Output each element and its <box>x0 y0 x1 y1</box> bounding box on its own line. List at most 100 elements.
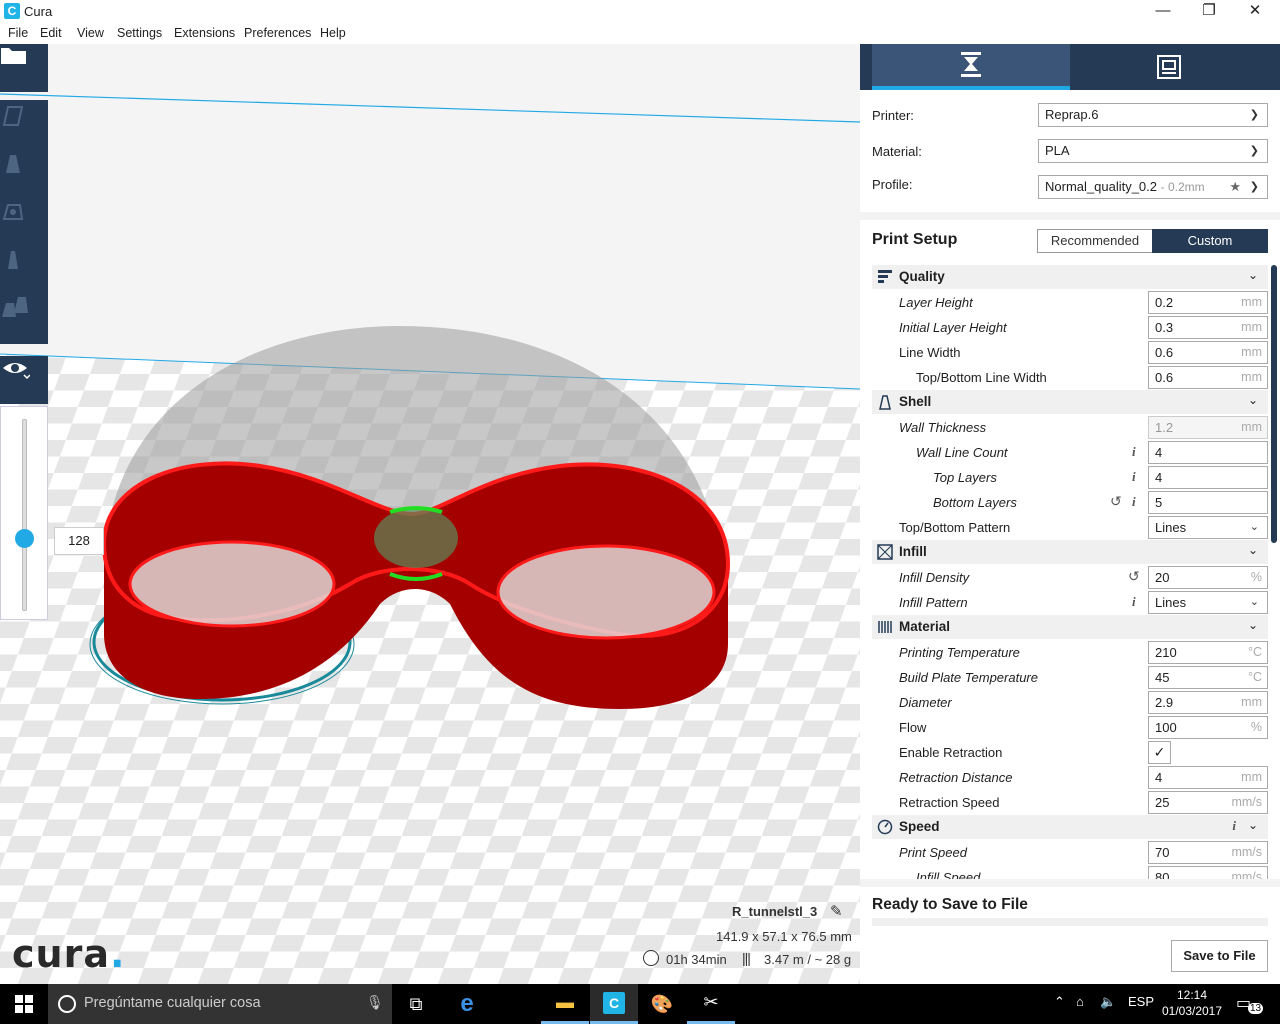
custom-mode-button[interactable]: Custom <box>1152 229 1268 253</box>
setting-value: 45 <box>1155 670 1170 685</box>
setting-row: Initial Layer Height 0.3 mm <box>860 315 1280 340</box>
network-icon[interactable]: ⌂ <box>1076 994 1084 1009</box>
info-icon[interactable]: i <box>1132 444 1136 460</box>
retraction-distance-input[interactable]: 4 mm <box>1148 766 1268 789</box>
category-material[interactable]: Material ⌄ <box>872 615 1268 639</box>
chevron-down-icon: ❯ <box>1249 181 1259 193</box>
infill-density-input[interactable]: 20% <box>1148 566 1268 589</box>
profile-select[interactable]: Normal_quality_0.2 - 0.2mm ★ ❯ <box>1038 175 1268 199</box>
start-button[interactable] <box>0 984 48 1024</box>
file-explorer-taskbar-button[interactable]: ▬ <box>541 984 589 1024</box>
tab-prepare[interactable] <box>872 44 1070 90</box>
shell-icon <box>877 394 893 410</box>
infill-pattern-select[interactable]: Lines ⌄ <box>1148 591 1268 614</box>
mirror-tool-button[interactable] <box>0 247 48 295</box>
system-clock[interactable]: 12:14 01/03/2017 <box>1160 987 1224 1019</box>
printing-temperature-input[interactable]: 210 °C <box>1148 641 1268 664</box>
menu-help[interactable]: Help <box>320 26 346 40</box>
open-file-button[interactable] <box>0 44 48 92</box>
save-to-file-button[interactable]: Save to File <box>1171 940 1268 972</box>
info-icon[interactable]: i <box>1132 469 1136 485</box>
flow-input[interactable]: 100% <box>1148 716 1268 739</box>
chevron-down-icon: ⌄ <box>1247 818 1258 832</box>
paint-taskbar-button[interactable]: 🎨 <box>638 984 686 1024</box>
menu-preferences[interactable]: Preferences <box>244 26 311 40</box>
maximize-button[interactable]: ❐ <box>1186 0 1232 24</box>
info-icon[interactable]: i <box>1132 494 1136 510</box>
logo-text: cura <box>12 932 110 976</box>
scale-tool-button[interactable] <box>0 151 48 199</box>
prepare-nozzle-icon <box>961 52 981 77</box>
setting-unit: mm/s <box>1231 870 1262 879</box>
task-view-button[interactable]: ⧉ <box>392 984 440 1024</box>
action-center-button[interactable]: ▭ 13 <box>1236 993 1264 1014</box>
category-quality[interactable]: Quality ⌄ <box>872 265 1268 289</box>
build-plate-temperature-input[interactable]: 45 °C <box>1148 666 1268 689</box>
setting-label: Wall Thickness <box>899 420 987 435</box>
print-speed-input[interactable]: 70 mm/s <box>1148 841 1268 864</box>
printer-select[interactable]: Reprap.6 ❯ <box>1038 103 1268 127</box>
reset-icon[interactable]: ↺ <box>1110 493 1122 510</box>
category-infill[interactable]: Infill ⌄ <box>872 540 1268 564</box>
close-button[interactable]: ✕ <box>1232 0 1278 24</box>
material-select[interactable]: PLA ❯ <box>1038 139 1268 163</box>
setting-unit: °C <box>1247 670 1262 684</box>
cortana-search-box[interactable]: Pregúntame cualquier cosa 🎙 <box>48 984 392 1024</box>
bottom-layers-input[interactable]: 5 <box>1148 491 1268 514</box>
menu-view[interactable]: View <box>77 26 104 40</box>
reset-icon[interactable]: ↺ <box>1128 568 1140 585</box>
snipping-tool-taskbar-button[interactable]: ✂ <box>687 984 735 1024</box>
translate-tool-button[interactable] <box>0 103 48 151</box>
menu-extensions[interactable]: Extensions <box>174 26 235 40</box>
view-mode-button[interactable] <box>0 356 48 404</box>
top-bottom-pattern-select[interactable]: Lines ⌄ <box>1148 516 1268 539</box>
infill-speed-input[interactable]: 80 mm/s <box>1148 866 1268 879</box>
layer-number-input[interactable]: 128 <box>54 527 104 555</box>
setting-row: Wall Line Count i 4 <box>860 440 1280 465</box>
3d-viewport[interactable]: 128 cura. R_tunnelstl_3 ✎ 141.9 x 57.1 x… <box>0 44 860 984</box>
layer-slider-track[interactable] <box>22 419 27 611</box>
per-model-settings-button[interactable] <box>0 295 48 343</box>
layer-slider-handle[interactable] <box>15 529 34 548</box>
rotate-tool-button[interactable] <box>0 199 48 247</box>
info-icon[interactable]: i <box>1232 818 1236 834</box>
menu-edit[interactable]: Edit <box>40 26 62 40</box>
clock-date: 01/03/2017 <box>1161 1004 1223 1018</box>
diameter-input[interactable]: 2.9 mm <box>1148 691 1268 714</box>
cura-taskbar-button[interactable]: C <box>590 984 638 1024</box>
top-bottom-line-width-input[interactable]: 0.6 mm <box>1148 366 1268 389</box>
menu-settings[interactable]: Settings <box>117 26 162 40</box>
star-icon[interactable]: ★ <box>1229 176 1241 198</box>
info-icon[interactable]: i <box>1132 594 1136 610</box>
layer-slider-panel <box>0 406 48 620</box>
line-width-input[interactable]: 0.6 mm <box>1148 341 1268 364</box>
chevron-down-icon: ❯ <box>1249 109 1259 121</box>
cura-icon: C <box>603 991 625 1014</box>
language-indicator[interactable]: ESP <box>1128 994 1154 1009</box>
edit-name-pencil-icon[interactable]: ✎ <box>830 902 843 920</box>
wall-thickness-input[interactable]: 1.2 mm <box>1148 416 1268 439</box>
settings-scrollbar[interactable] <box>1271 265 1277 543</box>
retraction-speed-input[interactable]: 25 mm/s <box>1148 791 1268 814</box>
wall-line-count-input[interactable]: 4 <box>1148 441 1268 464</box>
layer-height-input[interactable]: 0.2 mm <box>1148 291 1268 314</box>
category-shell[interactable]: Shell ⌄ <box>872 390 1268 414</box>
menu-file[interactable]: File <box>8 26 28 40</box>
initial-layer-height-input[interactable]: 0.3 mm <box>1148 316 1268 339</box>
infill-icon <box>877 544 893 560</box>
microphone-icon[interactable]: 🎙 <box>366 994 384 1011</box>
show-hidden-icons-chevron[interactable]: ⌃ <box>1054 994 1065 1010</box>
category-label: Speed <box>899 819 940 834</box>
profile-label: Profile: <box>872 177 913 192</box>
volume-icon[interactable]: 🔈 <box>1100 994 1116 1010</box>
edge-taskbar-button[interactable]: e <box>443 984 491 1024</box>
category-speed[interactable]: Speed i ⌄ <box>872 815 1268 839</box>
setting-label: Printing Temperature <box>899 645 1020 660</box>
top-layers-input[interactable]: 4 <box>1148 466 1268 489</box>
settings-list[interactable]: Quality ⌄ Layer Height 0.2 mm Initial Laye… <box>860 264 1280 879</box>
minimize-button[interactable]: — <box>1140 0 1186 24</box>
recommended-mode-button[interactable]: Recommended <box>1037 229 1153 253</box>
tab-monitor[interactable] <box>1070 44 1268 90</box>
setting-label: Layer Height <box>899 295 973 310</box>
enable-retraction-checkbox[interactable]: ✓ <box>1148 741 1171 764</box>
